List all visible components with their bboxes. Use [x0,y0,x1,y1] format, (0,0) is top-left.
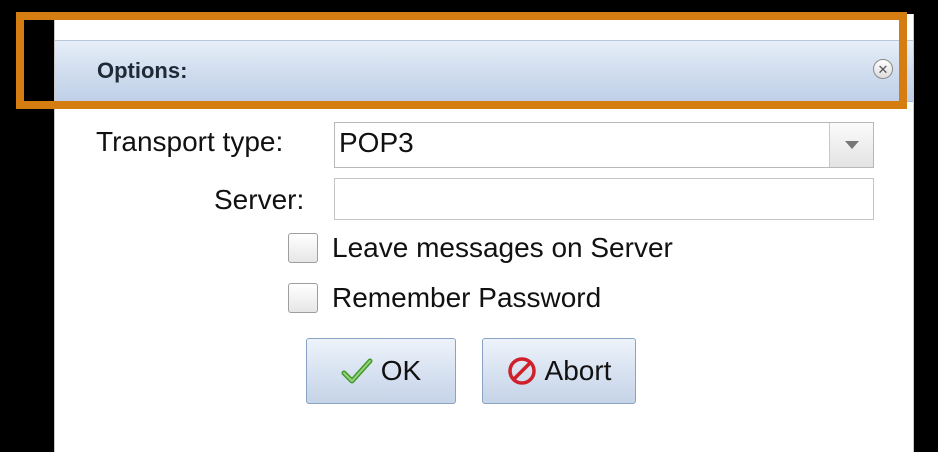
transport-type-label: Transport type: [96,126,284,157]
screen: Options: ✕ Transport type: POP3 Server: … [0,0,938,452]
ok-button-label: OK [380,355,422,386]
chevron-down-icon[interactable] [829,123,873,167]
remember-password-option[interactable]: Remember Password [288,282,601,314]
close-icon[interactable]: ✕ [873,59,893,79]
remember-password-checkbox[interactable] [288,283,318,313]
leave-messages-checkbox[interactable] [288,233,318,263]
server-label: Server: [214,184,305,215]
ok-button[interactable]: OK [306,338,456,404]
abort-button-label: Abort [544,355,612,386]
dialog-title: Options: [97,58,188,83]
prohibited-icon [507,356,537,386]
dialog-titlebar: Options: ✕ [55,40,913,102]
server-input[interactable] [334,178,874,220]
checkmark-icon [341,357,373,385]
leave-messages-label: Leave messages on Server [332,232,673,263]
leave-messages-option[interactable]: Leave messages on Server [288,232,673,264]
transport-type-select[interactable]: POP3 [334,122,874,168]
abort-button[interactable]: Abort [482,338,636,404]
transport-type-value: POP3 [339,127,414,158]
remember-password-label: Remember Password [332,282,602,313]
